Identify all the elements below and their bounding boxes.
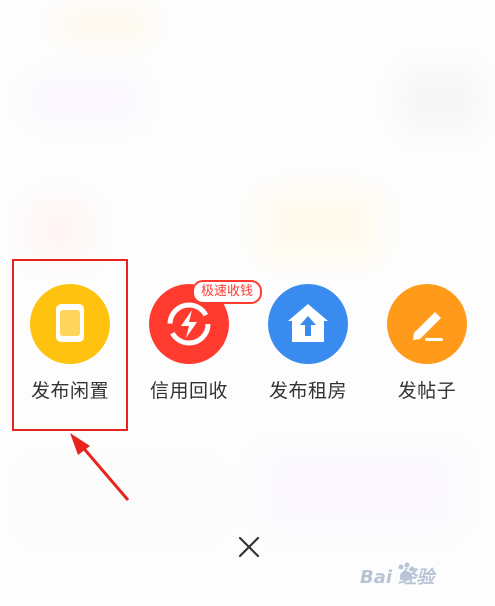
rent-house-icon bbox=[268, 284, 348, 364]
highlight-box bbox=[12, 259, 128, 431]
menu-item-label: 信用回收 bbox=[149, 380, 228, 402]
close-icon bbox=[238, 536, 260, 558]
fast-cash-badge: 极速收钱 bbox=[192, 280, 263, 304]
close-button[interactable] bbox=[236, 534, 262, 560]
post-edit-icon bbox=[387, 284, 467, 364]
menu-item-label: 发帖子 bbox=[397, 380, 457, 402]
menu-item-label: 发布租房 bbox=[268, 380, 347, 402]
paw-icon bbox=[398, 562, 415, 581]
watermark: Bai 经验 bbox=[350, 555, 490, 595]
